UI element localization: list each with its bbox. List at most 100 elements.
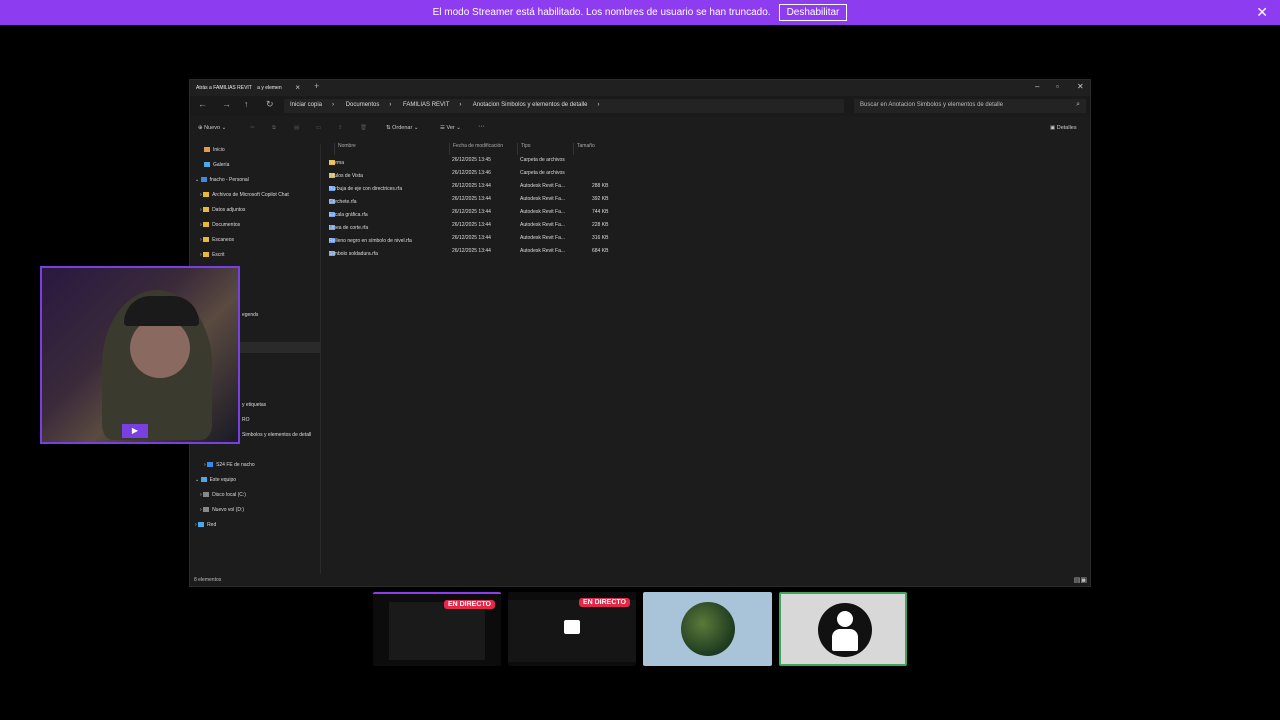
sidebar-item-folder[interactable]: › Documentos <box>200 222 240 232</box>
tab-bar: Atrás a FAMILIAS REVIT a y elemen × + – … <box>190 80 1090 96</box>
new-label: Nuevo <box>204 125 221 131</box>
sidebar-item-drive-d[interactable]: › Nuevo vol (D:) <box>200 507 244 517</box>
sort-button[interactable]: ⇅ Ordenar ⌄ <box>386 125 418 131</box>
network-icon <box>198 522 205 528</box>
search-icon: ⌕ <box>1076 101 1080 108</box>
close-tab-icon[interactable]: × <box>295 83 300 92</box>
file-list: Nombre Fecha de modificación Tipo Tamaño… <box>322 138 1090 572</box>
status-bar-count: 8 elementos <box>194 577 222 583</box>
file-row[interactable]: Escala gráfica.rfa 26/12/2025 13:44 Autode… <box>322 206 622 218</box>
address-bar: ← → ↑ ↻ Iniciar copia › Documentos › FAMIL… <box>190 96 1090 116</box>
share-icon[interactable]: ⇪ <box>338 125 343 131</box>
view-button[interactable]: ☰ Ver ⌄ <box>440 125 461 131</box>
participant-tile-1[interactable] <box>643 592 772 666</box>
gallery-icon <box>204 162 210 168</box>
pc-icon <box>200 477 207 483</box>
explorer-tab[interactable]: Atrás a FAMILIAS REVIT a y elemen × <box>192 82 304 96</box>
stream-logo <box>95 452 195 471</box>
sidebar-item-onedrive[interactable]: ⌄ fnacho - Personal <box>195 177 249 187</box>
forward-icon[interactable]: → <box>222 99 231 109</box>
maximize-icon[interactable]: ▫ <box>1056 82 1059 91</box>
sidebar-item-network[interactable]: › Red <box>195 522 216 532</box>
drive-icon <box>203 507 210 513</box>
avatar <box>818 603 872 657</box>
details-button[interactable]: ▣ Detalles <box>1050 125 1077 131</box>
file-row[interactable]: Burbuja de eje con directrices.rfa 26/12/… <box>322 180 622 192</box>
minimize-icon[interactable]: – <box>1035 82 1039 91</box>
view-label: Ver <box>446 125 455 131</box>
file-row[interactable]: Norma 26/12/2025 13:45 Carpeta de archivos <box>322 154 622 166</box>
command-bar: ⊕ Nuevo ⌄ ✂ ⧉ ▤ ▭ ⇪ 🗑 ⇅ Ordenar ⌄ ☰ Ver … <box>190 120 1090 138</box>
webcam-overlay: ▶ <box>40 266 240 444</box>
sidebar-item-folder[interactable]: › Archivos de Microsoft Copilot Chat <box>200 192 289 202</box>
drive-icon <box>203 492 210 498</box>
file-explorer-window: Atrás a FAMILIAS REVIT a y elemen × + – … <box>189 79 1091 587</box>
paste-icon[interactable]: ▤ <box>294 125 299 131</box>
sidebar-item-gallery[interactable]: Galería <box>204 162 229 172</box>
sidebar-item-home[interactable]: Inicio <box>204 147 225 157</box>
stream-logo-mark <box>95 452 195 468</box>
sidebar-item-quick-access[interactable]: RO <box>242 417 250 427</box>
thumbnail-preview <box>389 602 485 660</box>
sidebar-item-this-pc[interactable]: ⌄ Este equipo <box>195 477 236 487</box>
disable-button[interactable]: Deshabilitar <box>778 4 848 21</box>
sort-label: Ordenar <box>392 125 413 131</box>
person-face <box>130 318 190 378</box>
streamer-mode-banner: El modo Streamer está habilitado. Los no… <box>0 0 1280 25</box>
avatar-head <box>837 611 853 627</box>
avatar <box>681 602 735 656</box>
phone-icon <box>207 462 214 468</box>
more-button[interactable]: ··· <box>478 123 485 130</box>
window-close-icon[interactable]: ✕ <box>1077 82 1084 91</box>
delete-icon[interactable]: 🗑 <box>360 125 367 131</box>
file-row[interactable]: Titulos de Vista 26/12/2025 13:46 Carpeta … <box>322 167 622 179</box>
home-icon <box>204 147 210 153</box>
sidebar-item-drive-c[interactable]: › Disco local (C:) <box>200 492 246 502</box>
breadcrumb-item[interactable]: Anotacion Simbolos y elementos de detall… <box>473 102 588 108</box>
folder-icon <box>203 237 210 243</box>
stream-thumbnail-1[interactable]: EN DIRECTO <box>373 592 501 666</box>
folder-icon <box>203 252 210 258</box>
sidebar-item-quick-access[interactable]: egends <box>242 312 258 322</box>
view-toggle[interactable]: ▤▣ <box>1074 576 1087 584</box>
stream-thumbnail-2[interactable]: EN DIRECTO <box>508 592 636 666</box>
play-icon: ▶ <box>122 424 148 438</box>
refresh-icon[interactable]: ↻ <box>266 99 274 110</box>
file-row[interactable]: Símbolo soldadura.rfa 26/12/2025 13:44 Aut… <box>322 245 622 257</box>
banner-message: El modo Streamer está habilitado. Los no… <box>432 7 771 18</box>
breadcrumb[interactable]: Iniciar copia › Documentos › FAMILIAS REVI… <box>284 99 844 113</box>
sidebar-item-quick-access[interactable]: y etiquetas <box>242 402 266 412</box>
search-input[interactable]: Buscar en Anotacion Simbolos y elementos… <box>854 99 1086 113</box>
close-icon[interactable]: ✕ <box>1256 4 1268 21</box>
breadcrumb-item[interactable]: FAMILIAS REVIT <box>403 102 449 108</box>
folder-icon <box>203 192 210 198</box>
cut-icon[interactable]: ✂ <box>250 125 255 131</box>
up-icon[interactable]: ↑ <box>244 99 249 109</box>
file-row[interactable]: Corchete.rfa 26/12/2025 13:44 Autodesk Rev… <box>322 193 622 205</box>
sidebar-item-folder[interactable]: › Escrit <box>200 252 225 262</box>
search-placeholder: Buscar en Anotacion Simbolos y elementos… <box>860 102 1004 108</box>
live-badge: EN DIRECTO <box>443 600 495 609</box>
new-tab-icon[interactable]: + <box>314 81 319 91</box>
sidebar-item-folder[interactable]: › Datos adjuntos <box>200 207 245 217</box>
breadcrumb-item[interactable]: Iniciar copia <box>290 102 322 108</box>
person-cap <box>124 296 199 326</box>
tab-title: a y elemen <box>257 85 282 91</box>
new-button[interactable]: ⊕ Nuevo ⌄ <box>198 125 226 131</box>
rename-icon[interactable]: ▭ <box>316 125 321 131</box>
breadcrumb-item[interactable]: Documentos <box>346 102 380 108</box>
sidebar-item-quick-access[interactable]: Simbolos y elementos de detall <box>242 432 311 442</box>
avatar-body <box>832 629 858 651</box>
sidebar-item-folder[interactable]: › Escaneos <box>200 237 234 247</box>
cloud-icon <box>200 177 207 183</box>
back-icon[interactable]: ← <box>198 99 207 109</box>
screen-share-icon <box>564 620 580 634</box>
details-label: Detalles <box>1056 125 1077 131</box>
copy-icon[interactable]: ⧉ <box>272 125 276 132</box>
participant-tile-2[interactable] <box>779 592 907 666</box>
sidebar-item-phone[interactable]: › S24 FE de nacho <box>204 462 255 472</box>
file-row[interactable]: Línea de corte.rfa 26/12/2025 13:44 Autode… <box>322 219 622 231</box>
file-row[interactable]: Relleno negro en símbolo de nivel.rfa 26/… <box>322 232 622 244</box>
live-badge: EN DIRECTO <box>578 598 630 607</box>
tab-tooltip: Atrás a FAMILIAS REVIT <box>196 85 252 91</box>
